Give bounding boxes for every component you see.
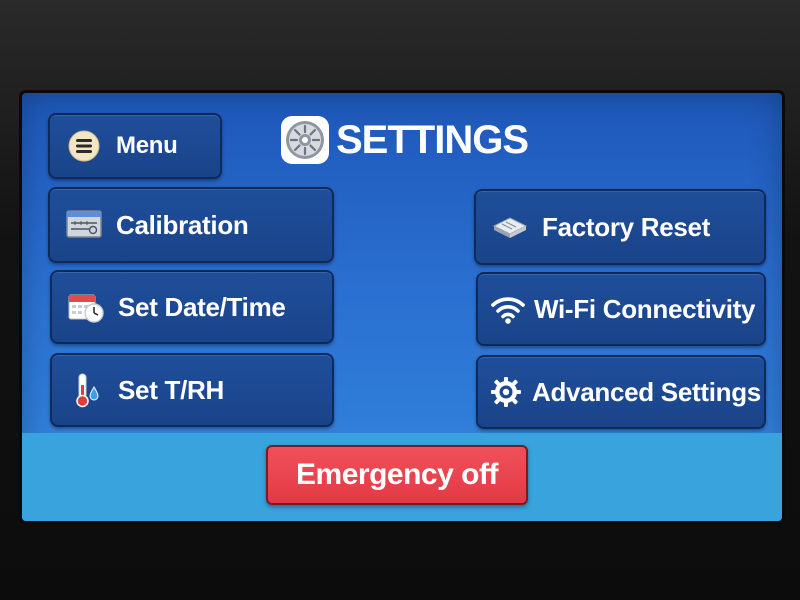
set-t-rh-button[interactable]: Set T/RH xyxy=(50,353,334,427)
emergency-off-label: Emergency off xyxy=(296,458,498,491)
page-title-text: SETTINGS xyxy=(336,117,529,162)
page-title: SETTINGS xyxy=(280,115,529,165)
reset-chip-icon xyxy=(490,209,530,245)
wifi-connectivity-button[interactable]: Wi-Fi Connectivity xyxy=(476,272,766,346)
advanced-gear-icon xyxy=(486,374,526,410)
settings-gear-icon xyxy=(280,115,330,165)
set-t-rh-label: Set T/RH xyxy=(118,374,224,405)
factory-reset-label: Factory Reset xyxy=(542,211,711,242)
advanced-settings-button[interactable]: Advanced Settings xyxy=(476,355,766,429)
menu-button[interactable]: Menu xyxy=(48,113,222,179)
factory-reset-button[interactable]: Factory Reset xyxy=(474,189,766,265)
emergency-off-button[interactable]: Emergency off xyxy=(266,445,528,505)
menu-label: Menu xyxy=(116,132,178,159)
set-date-time-label: Set Date/Time xyxy=(118,291,286,322)
calendar-clock-icon xyxy=(66,289,106,325)
touch-screen: Menu SETTINGS Calibration Set Date/Time … xyxy=(22,93,782,521)
calibration-label: Calibration xyxy=(116,209,249,240)
wifi-connectivity-label: Wi-Fi Connectivity xyxy=(534,293,756,324)
menu-icon xyxy=(64,128,104,164)
wifi-icon xyxy=(488,291,528,327)
thermometer-droplet-icon xyxy=(66,372,106,408)
calibration-icon xyxy=(64,207,104,243)
advanced-settings-label: Advanced Settings xyxy=(532,376,761,407)
set-date-time-button[interactable]: Set Date/Time xyxy=(50,270,334,344)
calibration-button[interactable]: Calibration xyxy=(48,187,334,263)
